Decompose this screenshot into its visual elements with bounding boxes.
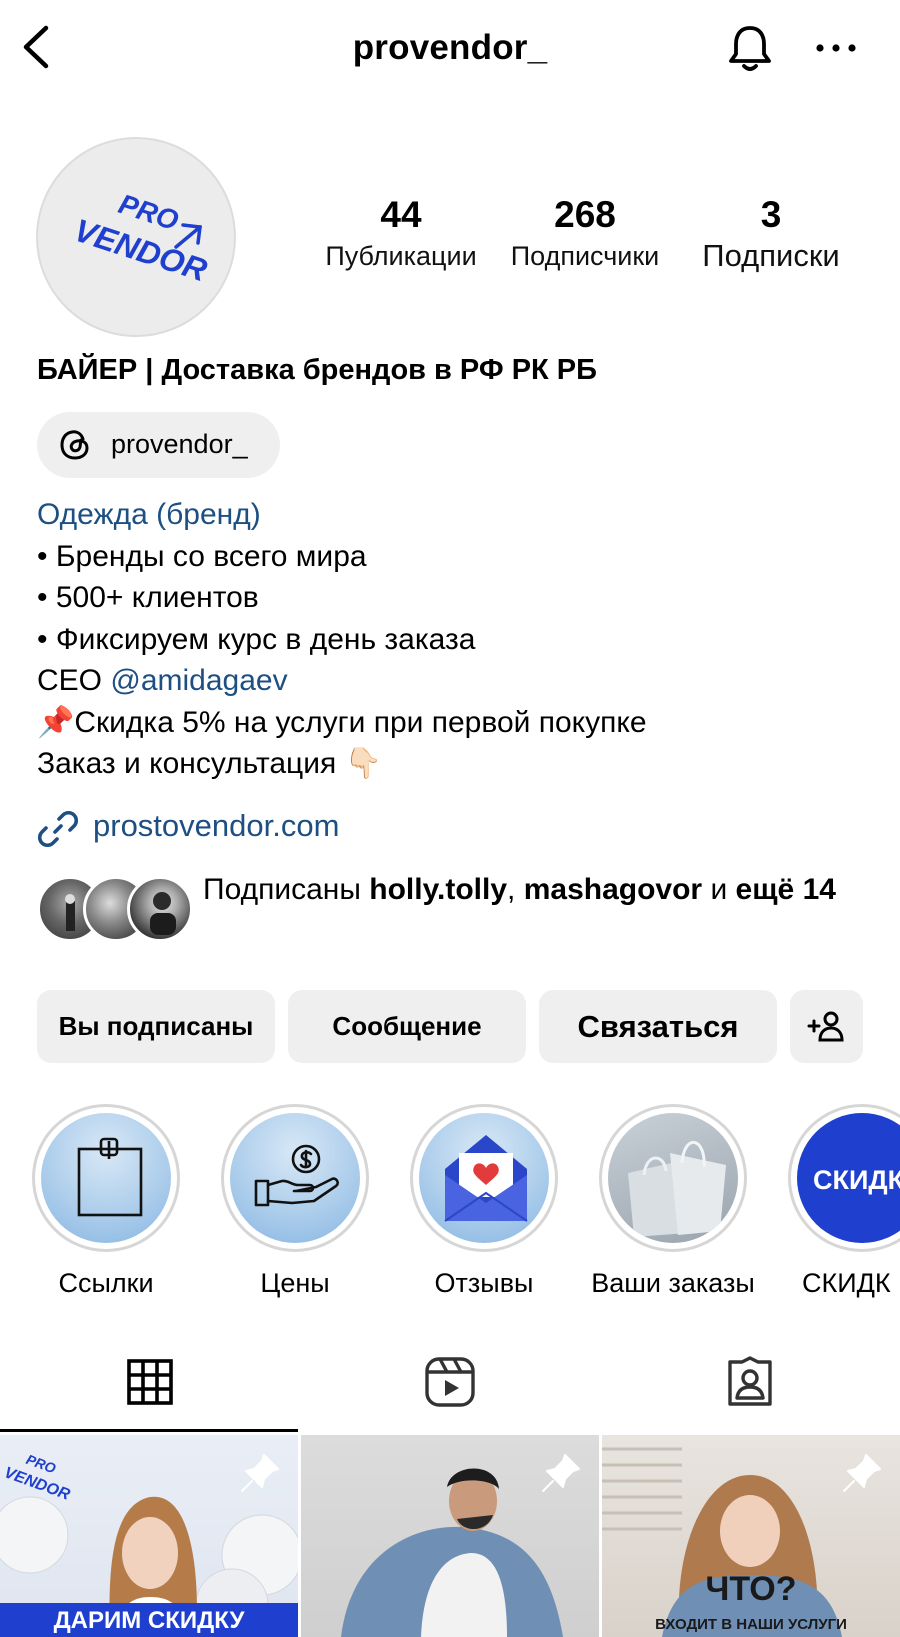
hand-coin-icon bbox=[254, 1144, 339, 1207]
message-button[interactable]: Сообщение bbox=[288, 990, 526, 1063]
followed-by-more[interactable]: ещё 14 bbox=[736, 873, 836, 906]
bio-line-discount: 📌Скидка 5% на услуги при первой покупке bbox=[37, 702, 647, 744]
stat-followers[interactable]: 268 Подписчики bbox=[500, 192, 670, 274]
provendor-logo-icon: PRO VENDOR bbox=[70, 188, 211, 288]
contact-button[interactable]: Связаться bbox=[539, 990, 777, 1063]
order-text: Заказ и консультация bbox=[37, 747, 345, 780]
tab-reels[interactable] bbox=[300, 1338, 600, 1432]
stat-following[interactable]: 3 Подписки bbox=[688, 192, 854, 274]
website-link[interactable]: prostovendor.com bbox=[93, 808, 339, 844]
post-tile[interactable]: ЧТО? ВХОДИТ В НАШИ УСЛУГИ bbox=[602, 1435, 900, 1637]
pin-icon bbox=[542, 1454, 580, 1492]
post-caption-small: ВХОДИТ В НАШИ УСЛУГИ bbox=[655, 1616, 847, 1633]
highlight-reviews[interactable]: Отзывы bbox=[410, 1104, 558, 1299]
profile-bio: Одежда (бренд) • Бренды со всего мира • … bbox=[37, 494, 647, 785]
shopping-bags-photo bbox=[628, 1141, 726, 1237]
suggest-people-button[interactable] bbox=[790, 990, 863, 1063]
bio-line: • 500+ клиентов bbox=[37, 581, 259, 614]
pointing-down-emoji: 👇🏻 bbox=[344, 747, 382, 780]
followed-by-user[interactable]: mashagovor bbox=[524, 873, 702, 906]
stat-followers-count: 268 bbox=[554, 194, 616, 235]
add-person-icon bbox=[807, 1011, 844, 1042]
followed-by-prefix: Подписаны bbox=[203, 873, 370, 906]
pin-icon bbox=[843, 1454, 881, 1492]
top-bar: provendor_ bbox=[0, 0, 900, 100]
followed-by-separator: , bbox=[507, 873, 524, 906]
ceo-prefix: CEO bbox=[37, 664, 111, 697]
ceo-mention-link[interactable]: @amidagaev bbox=[110, 664, 287, 697]
followed-by-text: Подписаны holly.tolly, mashagovor и ещё … bbox=[203, 870, 893, 910]
highlight-your-orders[interactable]: Ваши заказы bbox=[591, 1104, 755, 1299]
post-caption: ДАРИМ СКИДКУ bbox=[0, 1603, 298, 1637]
threads-badge-button[interactable]: provendor_ bbox=[37, 412, 280, 478]
active-tab-indicator bbox=[0, 1429, 298, 1432]
stat-posts[interactable]: 44 Публикации bbox=[316, 192, 486, 274]
highlight-prices[interactable]: Цены bbox=[221, 1104, 369, 1299]
bell-icon bbox=[729, 26, 771, 71]
followed-by-row[interactable]: Подписаны holly.tolly, mashagovor и ещё … bbox=[37, 870, 867, 960]
bio-line-ceo: CEO @amidagaev bbox=[37, 660, 647, 702]
tab-tagged[interactable] bbox=[600, 1338, 900, 1432]
stat-posts-count: 44 bbox=[380, 194, 422, 235]
post-caption-big: ЧТО? bbox=[705, 1570, 797, 1608]
follower-avatar bbox=[127, 876, 193, 942]
followed-by-conjunction: и bbox=[702, 873, 736, 906]
profile-display-name: БАЙЕР | Доставка брендов в РФ РК РБ bbox=[37, 354, 597, 386]
highlight-label: Ссылки bbox=[58, 1268, 154, 1298]
highlight-discount[interactable]: СКИДК СКИДК bbox=[788, 1104, 900, 1299]
stat-posts-label: Публикации bbox=[325, 241, 477, 271]
following-button[interactable]: Вы подписаны bbox=[37, 990, 275, 1063]
threads-icon bbox=[60, 430, 89, 460]
discount-badge: СКИДК bbox=[813, 1165, 900, 1195]
envelope-heart-icon bbox=[444, 1135, 528, 1222]
link-icon bbox=[37, 810, 79, 848]
followed-by-user[interactable]: holly.tolly bbox=[369, 873, 507, 906]
stat-following-count: 3 bbox=[760, 194, 782, 235]
pin-icon bbox=[241, 1454, 279, 1492]
pushpin-emoji: 📌 bbox=[37, 705, 75, 739]
notifications-button[interactable] bbox=[724, 22, 776, 74]
threads-handle: provendor_ bbox=[111, 429, 248, 459]
stat-followers-label: Подписчики bbox=[510, 241, 660, 271]
pinned-note-icon bbox=[77, 1137, 143, 1217]
post-tile[interactable]: PRO VENDOR ДАРИМ СКИДКУ bbox=[0, 1435, 298, 1637]
bio-line: • Бренды со всего мира bbox=[37, 539, 367, 573]
more-dots-icon bbox=[816, 44, 856, 52]
profile-avatar[interactable]: PRO VENDOR bbox=[36, 137, 236, 337]
posts-grid: PRO VENDOR ДАРИМ СКИДКУ ЧТО? ВХОДИТ В НА… bbox=[0, 1435, 900, 1637]
post-tile[interactable] bbox=[301, 1435, 599, 1637]
reels-icon bbox=[425, 1357, 475, 1407]
tagged-icon bbox=[728, 1356, 772, 1406]
more-options-button[interactable] bbox=[812, 30, 860, 66]
highlight-label: Ваши заказы bbox=[591, 1268, 755, 1298]
highlight-label: Отзывы bbox=[434, 1268, 534, 1298]
profile-category[interactable]: Одежда (бренд) bbox=[37, 494, 647, 536]
profile-tabs bbox=[0, 1338, 900, 1432]
grid-icon bbox=[127, 1359, 173, 1405]
stat-following-label: Подписки bbox=[702, 238, 840, 273]
highlight-label: Цены bbox=[260, 1268, 330, 1298]
bio-line: • Фиксируем курс в день заказа bbox=[37, 622, 476, 656]
tab-grid[interactable] bbox=[0, 1338, 300, 1432]
discount-text: Скидка 5% на услуги при первой покупке bbox=[74, 705, 647, 739]
highlight-links[interactable]: Ссылки bbox=[32, 1104, 180, 1299]
bio-line-order: Заказ и консультация 👇🏻 bbox=[37, 743, 647, 785]
highlight-label: СКИДК bbox=[802, 1268, 891, 1298]
